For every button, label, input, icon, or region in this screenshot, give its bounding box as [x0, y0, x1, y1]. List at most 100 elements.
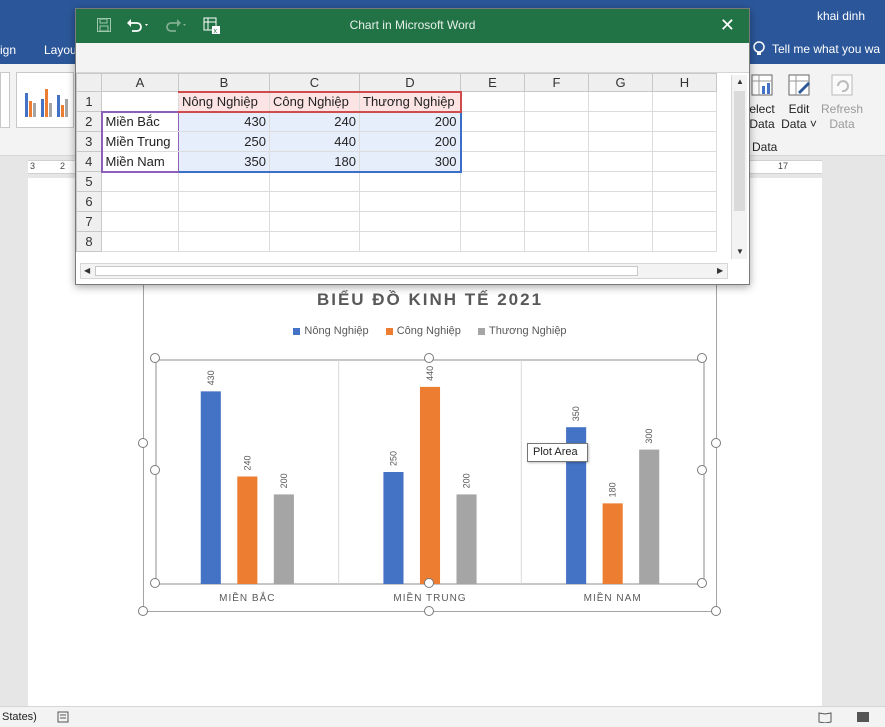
cell[interactable]: 440 — [269, 131, 360, 152]
cell[interactable] — [460, 211, 525, 232]
cell[interactable] — [178, 171, 270, 192]
cell[interactable] — [269, 191, 360, 212]
user-name[interactable]: khai dinh — [817, 9, 865, 23]
cell[interactable] — [524, 91, 589, 112]
chart-bar[interactable] — [639, 449, 660, 584]
select-data-button[interactable]: elect Data — [746, 72, 778, 132]
chart-bar[interactable] — [419, 386, 441, 584]
cell[interactable]: 200 — [359, 131, 462, 152]
plot-area-handle[interactable] — [697, 465, 707, 475]
cell[interactable] — [460, 111, 525, 132]
cell[interactable] — [460, 91, 525, 112]
close-icon[interactable]: ✕ — [720, 15, 735, 36]
row-header[interactable]: 1 — [76, 91, 102, 112]
scroll-down-arrow-icon[interactable]: ▼ — [736, 247, 744, 256]
chart-bar[interactable] — [273, 494, 294, 584]
chart-resize-handle[interactable] — [424, 606, 434, 616]
cell[interactable] — [269, 231, 360, 252]
cell[interactable]: 240 — [269, 111, 360, 132]
cell[interactable] — [652, 91, 717, 112]
cell[interactable]: Thương Nghiệp — [359, 90, 462, 113]
cell[interactable] — [178, 231, 270, 252]
cell[interactable] — [269, 171, 360, 192]
column-header[interactable]: B — [178, 73, 270, 92]
excel-title-bar[interactable]: x Chart in Microsoft Word ✕ — [76, 9, 749, 43]
refresh-data-button[interactable]: Refresh Data — [820, 72, 864, 132]
column-header[interactable]: A — [101, 73, 179, 92]
plot-area-handle[interactable] — [150, 353, 160, 363]
cell[interactable] — [588, 191, 653, 212]
cell[interactable] — [359, 211, 461, 232]
cell[interactable] — [524, 191, 589, 212]
tab-design[interactable]: ign — [0, 43, 16, 57]
row-header[interactable]: 4 — [76, 151, 102, 172]
chart-bar[interactable] — [602, 503, 623, 584]
chart-resize-handle[interactable] — [138, 606, 148, 616]
cell[interactable]: Miền Trung — [100, 131, 179, 152]
row-header[interactable]: 3 — [76, 131, 102, 152]
cell[interactable] — [588, 91, 653, 112]
column-header[interactable]: G — [588, 73, 653, 92]
cell[interactable] — [101, 191, 179, 212]
chart-bar[interactable] — [456, 494, 477, 584]
read-mode-icon[interactable] — [818, 711, 832, 723]
cell[interactable] — [524, 151, 589, 172]
vertical-scroll-thumb[interactable] — [734, 91, 745, 211]
cell[interactable] — [524, 111, 589, 132]
cell[interactable]: Nông Nghiệp — [178, 90, 270, 113]
cell[interactable] — [588, 171, 653, 192]
cell[interactable] — [269, 211, 360, 232]
scroll-up-arrow-icon[interactable]: ▲ — [736, 77, 744, 86]
cell[interactable] — [359, 171, 461, 192]
cell[interactable] — [101, 211, 179, 232]
vertical-scrollbar[interactable]: ▲ ▼ — [731, 75, 747, 259]
status-language[interactable]: States) — [2, 711, 37, 723]
row-header[interactable]: 5 — [76, 171, 102, 192]
cell[interactable]: 250 — [178, 131, 270, 152]
chart-bar[interactable] — [383, 472, 404, 584]
cell[interactable]: Miền Bắc — [100, 110, 179, 132]
cell[interactable] — [588, 151, 653, 172]
column-header[interactable]: F — [524, 73, 589, 92]
cell[interactable] — [652, 151, 717, 172]
cell[interactable] — [359, 231, 461, 252]
horizontal-scrollbar[interactable]: ◀ ▶ — [80, 263, 728, 279]
chart-style-thumb-partial[interactable] — [0, 72, 10, 128]
chart-resize-handle[interactable] — [711, 606, 721, 616]
column-header[interactable]: D — [359, 73, 461, 92]
cell[interactable] — [460, 191, 525, 212]
column-header[interactable]: H — [652, 73, 717, 92]
edit-data-button[interactable]: Edit Data ˅ — [780, 72, 818, 132]
cell[interactable] — [101, 231, 179, 252]
chart-resize-handle[interactable] — [138, 438, 148, 448]
cell[interactable] — [101, 91, 179, 112]
cell[interactable]: Miền Nam — [100, 151, 179, 173]
plot-area-handle[interactable] — [697, 353, 707, 363]
horizontal-scroll-thumb[interactable] — [95, 266, 638, 276]
cell[interactable] — [460, 171, 525, 192]
cell[interactable] — [652, 231, 717, 252]
cell[interactable] — [588, 231, 653, 252]
print-layout-icon[interactable] — [856, 711, 870, 723]
cell[interactable] — [652, 171, 717, 192]
column-header[interactable]: E — [460, 73, 525, 92]
tab-layout[interactable]: Layou — [44, 43, 77, 57]
chart-style-thumb[interactable] — [16, 72, 74, 128]
cell[interactable] — [460, 151, 525, 172]
cell[interactable] — [588, 131, 653, 152]
plot-area-handle[interactable] — [150, 465, 160, 475]
cell[interactable] — [101, 171, 179, 192]
row-header[interactable]: 6 — [76, 191, 102, 212]
spreadsheet-grid[interactable]: A B C D E F G H 1 Nông Nghiệp Công Nghiệp Thương Ng… — [76, 73, 717, 252]
cell[interactable] — [524, 231, 589, 252]
cell[interactable]: 430 — [178, 111, 270, 132]
row-header[interactable]: 2 — [76, 111, 102, 132]
proofing-icon[interactable] — [57, 711, 69, 723]
scroll-left-arrow-icon[interactable]: ◀ — [84, 266, 90, 275]
cell[interactable]: 200 — [359, 111, 462, 132]
plot-area-handle[interactable] — [424, 578, 434, 588]
chart-area[interactable]: BIỂU ĐỒ KINH TẾ 2021 Nông Nghiệp Công Ng… — [143, 281, 717, 612]
cell[interactable]: 180 — [269, 151, 360, 173]
column-header[interactable]: C — [269, 73, 360, 92]
cell[interactable] — [652, 211, 717, 232]
